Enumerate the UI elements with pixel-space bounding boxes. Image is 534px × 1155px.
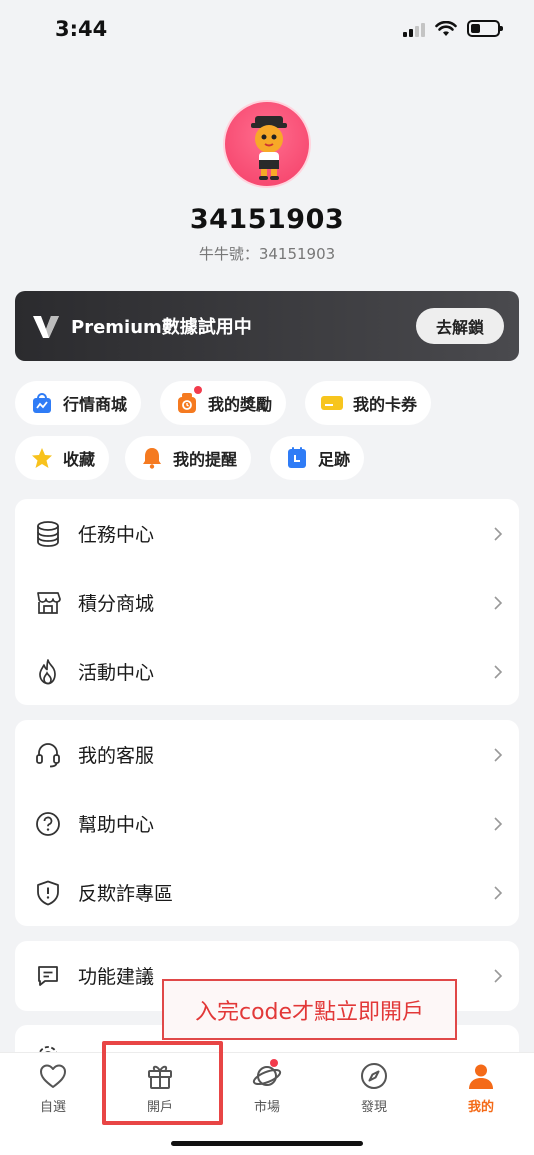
menu-item-label: 活動中心 bbox=[78, 662, 155, 684]
compass-icon bbox=[359, 1061, 389, 1091]
help-icon bbox=[35, 811, 61, 837]
bell-icon bbox=[141, 447, 163, 469]
menu-item-label: 任務中心 bbox=[78, 524, 155, 546]
chip-label: 我的卡券 bbox=[353, 395, 418, 414]
tab-label: 市場 bbox=[253, 1100, 280, 1115]
chevron-right-icon bbox=[493, 747, 505, 762]
status-bar: 3:44 bbox=[0, 0, 534, 60]
profile-header: 34151903 牛牛號：34151903 bbox=[0, 100, 534, 264]
headset-icon bbox=[35, 742, 61, 768]
menu-item-customer-service[interactable]: 我的客服 bbox=[15, 720, 519, 789]
premium-banner[interactable]: Premium數據試用中 去解鎖 bbox=[15, 291, 519, 361]
chevron-right-icon bbox=[493, 595, 505, 610]
chip-label: 足跡 bbox=[318, 450, 351, 469]
chip-label: 我的獎勵 bbox=[208, 395, 273, 414]
market-bag-icon bbox=[31, 392, 53, 414]
chip-my-coupons[interactable]: 我的卡券 bbox=[305, 381, 432, 425]
signal-icon bbox=[403, 21, 425, 37]
menu-card-tasks: 任務中心 積分商城 活動中心 bbox=[15, 499, 519, 705]
footprint-icon bbox=[286, 447, 308, 469]
message-icon bbox=[35, 963, 61, 989]
battery-icon bbox=[467, 20, 503, 37]
menu-item-points-mall[interactable]: 積分商城 bbox=[15, 568, 519, 637]
user-name: 34151903 bbox=[189, 204, 345, 235]
unlock-button[interactable]: 去解鎖 bbox=[416, 308, 504, 344]
avatar-character-icon bbox=[251, 116, 287, 180]
premium-text: Premium數據試用中 bbox=[71, 317, 252, 338]
chip-footprint[interactable]: 足跡 bbox=[270, 436, 365, 480]
chevron-right-icon bbox=[493, 664, 505, 679]
bottom-tab-bar: 自選 開戶 市場 發現 我的 bbox=[0, 1052, 534, 1155]
heart-icon bbox=[38, 1061, 68, 1091]
chevron-right-icon bbox=[493, 816, 505, 831]
menu-item-events-center[interactable]: 活動中心 bbox=[15, 637, 519, 706]
chip-my-alerts[interactable]: 我的提醒 bbox=[125, 436, 252, 480]
wifi-icon bbox=[435, 20, 457, 36]
tab-discover[interactable]: 發現 bbox=[329, 1061, 419, 1115]
menu-item-help-center[interactable]: 幫助中心 bbox=[15, 789, 519, 858]
person-icon bbox=[466, 1061, 496, 1091]
tab-label: 我的 bbox=[467, 1100, 494, 1115]
home-indicator bbox=[171, 1141, 363, 1146]
planet-icon bbox=[252, 1059, 282, 1091]
menu-item-label: 反欺詐專區 bbox=[78, 883, 174, 905]
tab-label: 發現 bbox=[360, 1100, 387, 1115]
tab-market[interactable]: 市場 bbox=[222, 1059, 312, 1115]
star-icon bbox=[31, 447, 53, 469]
highlight-box bbox=[102, 1041, 223, 1125]
menu-item-label: 積分商城 bbox=[78, 593, 155, 615]
tab-watchlist[interactable]: 自選 bbox=[8, 1061, 98, 1115]
coupon-icon bbox=[321, 392, 343, 414]
annotation-note: 入完code才點立即開戶 bbox=[162, 979, 457, 1040]
tab-me[interactable]: 我的 bbox=[436, 1061, 526, 1115]
market-badge bbox=[270, 1059, 278, 1067]
chevron-right-icon bbox=[493, 526, 505, 541]
chip-favorites[interactable]: 收藏 bbox=[15, 436, 110, 480]
shield-icon bbox=[35, 880, 61, 906]
menu-item-label: 我的客服 bbox=[78, 745, 155, 767]
user-id: 牛牛號：34151903 bbox=[198, 245, 336, 263]
store-icon bbox=[35, 590, 61, 616]
premium-logo-icon bbox=[33, 316, 59, 338]
menu-item-label: 幫助中心 bbox=[78, 814, 155, 836]
menu-item-anti-fraud[interactable]: 反欺詐專區 bbox=[15, 858, 519, 927]
menu-item-task-center[interactable]: 任務中心 bbox=[15, 499, 519, 568]
avatar[interactable] bbox=[223, 100, 311, 188]
reward-badge bbox=[194, 386, 202, 394]
database-icon bbox=[35, 520, 61, 547]
tab-label: 自選 bbox=[39, 1100, 66, 1115]
reward-icon bbox=[176, 386, 202, 414]
chip-label: 收藏 bbox=[63, 450, 96, 469]
chevron-right-icon bbox=[493, 968, 505, 983]
status-time: 3:44 bbox=[55, 17, 108, 41]
chevron-right-icon bbox=[493, 885, 505, 900]
chip-label: 行情商城 bbox=[63, 395, 128, 414]
chip-my-rewards[interactable]: 我的獎勵 bbox=[160, 381, 287, 425]
chip-market-mall[interactable]: 行情商城 bbox=[15, 381, 142, 425]
menu-card-support: 我的客服 幫助中心 反欺詐專區 bbox=[15, 720, 519, 926]
status-icons bbox=[403, 20, 503, 37]
chip-label: 我的提醒 bbox=[173, 450, 238, 469]
flame-icon bbox=[35, 658, 61, 685]
